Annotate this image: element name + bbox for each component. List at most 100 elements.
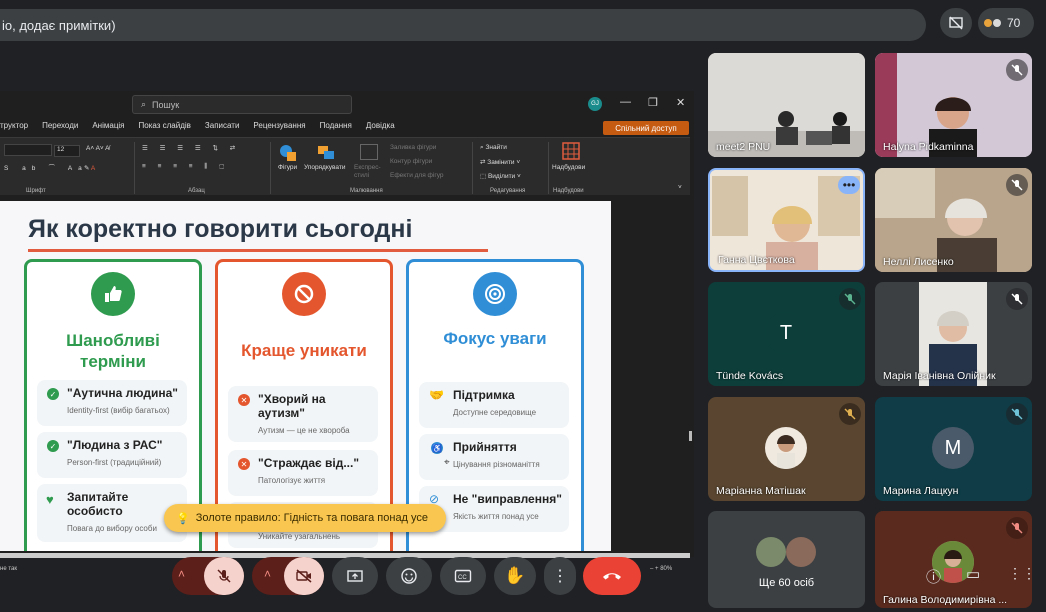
more-options-button[interactable]: ⋮ xyxy=(544,557,576,595)
chat-icon[interactable]: ▭ xyxy=(966,565,980,583)
cross-icon: ✕ xyxy=(238,458,250,470)
shapes-icon[interactable] xyxy=(278,144,298,162)
minimize-icon[interactable]: — xyxy=(620,96,631,108)
arrange-icon[interactable] xyxy=(316,144,336,162)
item-title: Не "виправлення" xyxy=(453,492,562,506)
menu-item[interactable]: Показ слайдів xyxy=(139,121,191,135)
raise-hand-icon: ✋ xyxy=(504,566,526,585)
align-icons-row[interactable]: ≡ ≡ ≡ ≡ ⫼ ⬚ xyxy=(142,163,229,171)
check-icon: ✓ xyxy=(47,440,59,452)
menu-item[interactable]: Переходи xyxy=(42,121,78,135)
participant-name: Маріанна Матішак xyxy=(716,485,806,497)
quick-styles-label[interactable]: Експрес-стилі xyxy=(354,164,384,180)
item-subtitle: Патологізує життя xyxy=(258,476,326,485)
participant-tile[interactable]: Halyna Pidkaminna xyxy=(875,53,1032,157)
golden-rule-text: Золоте правило: Гідність та повага понад… xyxy=(195,512,429,524)
menu-item[interactable]: Рецензування xyxy=(253,121,305,135)
menu-item[interactable]: Записати xyxy=(205,121,240,135)
people-button[interactable]: 70 xyxy=(978,8,1034,38)
arrange-label[interactable]: Упорядкувати xyxy=(304,164,345,171)
share-label: Спільний доступ xyxy=(615,123,677,133)
captions-button[interactable]: CC xyxy=(440,557,486,595)
font-name-box[interactable] xyxy=(4,144,52,156)
group-font-label: Шрифт xyxy=(26,188,46,194)
grow-font-icon[interactable]: A˄ A˅ A̸ xyxy=(86,145,110,152)
format-icons-row[interactable]: S ab ⁀ Aa xyxy=(4,164,88,172)
participant-tile[interactable]: meet2 PNU xyxy=(708,53,865,157)
shape-fill-button[interactable]: Заливка фігури xyxy=(390,144,436,151)
participant-tile-active[interactable]: ••• Ганна Цвєткова xyxy=(708,168,865,272)
list-item: ♿ Прийняття Цінування різноманіття xyxy=(419,434,569,480)
menu-item[interactable]: труктор xyxy=(0,121,28,135)
participant-name: Марина Лацкун xyxy=(883,485,959,497)
shape-effects-button[interactable]: Ефекти для фігур xyxy=(390,172,444,179)
chevron-up-icon[interactable]: ˄ xyxy=(178,567,185,581)
cross-icon: ✕ xyxy=(238,394,250,406)
mic-off-icon xyxy=(1006,174,1028,196)
menu-item[interactable]: Подання xyxy=(320,121,352,135)
participant-name: Галина Володимирівна ... xyxy=(883,594,1008,606)
list-item: ✓ "Людина з РАС" Person-first (традиційн… xyxy=(37,432,187,478)
group-paragraph-label: Абзац xyxy=(188,188,205,194)
activities-icon[interactable]: ⋮⋮ xyxy=(1008,565,1036,582)
vertical-scrollbar[interactable] xyxy=(689,431,692,441)
addins-label[interactable]: Надбудови xyxy=(552,164,585,171)
participant-tile[interactable]: Марія Іванівна Олійник xyxy=(875,282,1032,386)
participant-name: meet2 PNU xyxy=(716,141,771,153)
participant-tile[interactable]: Маріанна Матішак xyxy=(708,397,865,501)
emoji-button[interactable] xyxy=(386,557,432,595)
item-title: "Людина з РАС" xyxy=(67,438,163,452)
ppt-menu-bar: труктор Переходи Анімація Показ слайдів … xyxy=(0,121,395,135)
camera-toggle-button[interactable] xyxy=(284,557,324,595)
share-button[interactable]: Спільний доступ xyxy=(603,121,689,135)
card-heading: Шанобливі терміни xyxy=(27,330,199,372)
replace-button[interactable]: ⇄ Замінити ˅ xyxy=(480,158,520,166)
participant-tile[interactable]: T Tünde Kovács xyxy=(708,282,865,386)
participant-name: Марія Іванівна Олійник xyxy=(883,370,996,382)
zoom-level[interactable]: – + 80% xyxy=(650,566,672,572)
participant-tile[interactable]: Галина Володимирівна ... xyxy=(875,511,1032,608)
avatar xyxy=(765,427,807,469)
maximize-icon[interactable]: ❐ xyxy=(648,96,658,109)
participant-tile[interactable]: Неллі Лисенко xyxy=(875,168,1032,272)
mic-off-icon xyxy=(1006,517,1028,539)
find-button[interactable]: ⌕ Знайти xyxy=(480,144,507,152)
emoji-icon xyxy=(401,568,417,584)
addins-icon[interactable] xyxy=(561,142,581,160)
close-icon[interactable]: ✕ xyxy=(676,96,685,109)
quick-styles-icon[interactable] xyxy=(360,144,378,160)
select-label: Виділити xyxy=(487,173,516,180)
select-button[interactable]: ⬚ Виділити ˅ xyxy=(480,172,521,180)
more-options-icon[interactable]: ••• xyxy=(838,176,860,194)
svg-text:CC: CC xyxy=(458,575,467,581)
camera-off-icon xyxy=(296,569,312,583)
participant-tile[interactable]: M Марина Лацкун xyxy=(875,397,1032,501)
meeting-info-icon[interactable]: ⓘ xyxy=(926,566,941,587)
shapes-label[interactable]: Фігури xyxy=(278,164,297,171)
menu-item[interactable]: Анімація xyxy=(92,121,124,135)
list-item: ✓ "Аутична людина" Identity-first (вибір… xyxy=(37,380,187,426)
mouse-cursor-icon: ⌖ xyxy=(444,457,450,468)
target-icon xyxy=(473,272,517,316)
ppt-user-avatar[interactable]: GJ xyxy=(588,97,602,111)
leave-call-button[interactable] xyxy=(583,557,641,595)
shape-outline-button[interactable]: Контур фігури xyxy=(390,158,432,165)
present-screen-button[interactable] xyxy=(332,557,378,595)
mic-toggle-button[interactable] xyxy=(204,557,244,595)
raise-hand-button[interactable]: ✋ xyxy=(494,557,536,595)
mic-off-icon xyxy=(839,288,861,310)
lightbulb-icon: 💡 xyxy=(176,512,190,525)
others-tile[interactable]: Ще 60 осіб xyxy=(708,511,865,608)
item-subtitle: Цінування різноманіття xyxy=(453,460,540,469)
menu-item[interactable]: Довідка xyxy=(366,121,395,135)
card-heading-line: Шанобливі xyxy=(66,331,160,350)
ppt-search-box[interactable]: ⌕ Пошук xyxy=(132,95,352,114)
chevron-up-icon[interactable]: ˄ xyxy=(264,567,271,581)
list-icons-row[interactable]: ☰ ☰ ☰ ☰ ⇅ ⇄ xyxy=(142,144,240,152)
font-color-icon[interactable]: ✎ A xyxy=(84,164,95,172)
font-size-box[interactable]: 12 xyxy=(54,145,80,157)
presenting-button[interactable] xyxy=(940,8,972,38)
item-subtitle: Person-first (традиційний) xyxy=(67,458,162,467)
collapse-ribbon-icon[interactable]: ˅ xyxy=(678,184,682,191)
item-title: "Аутична людина" xyxy=(67,386,178,400)
